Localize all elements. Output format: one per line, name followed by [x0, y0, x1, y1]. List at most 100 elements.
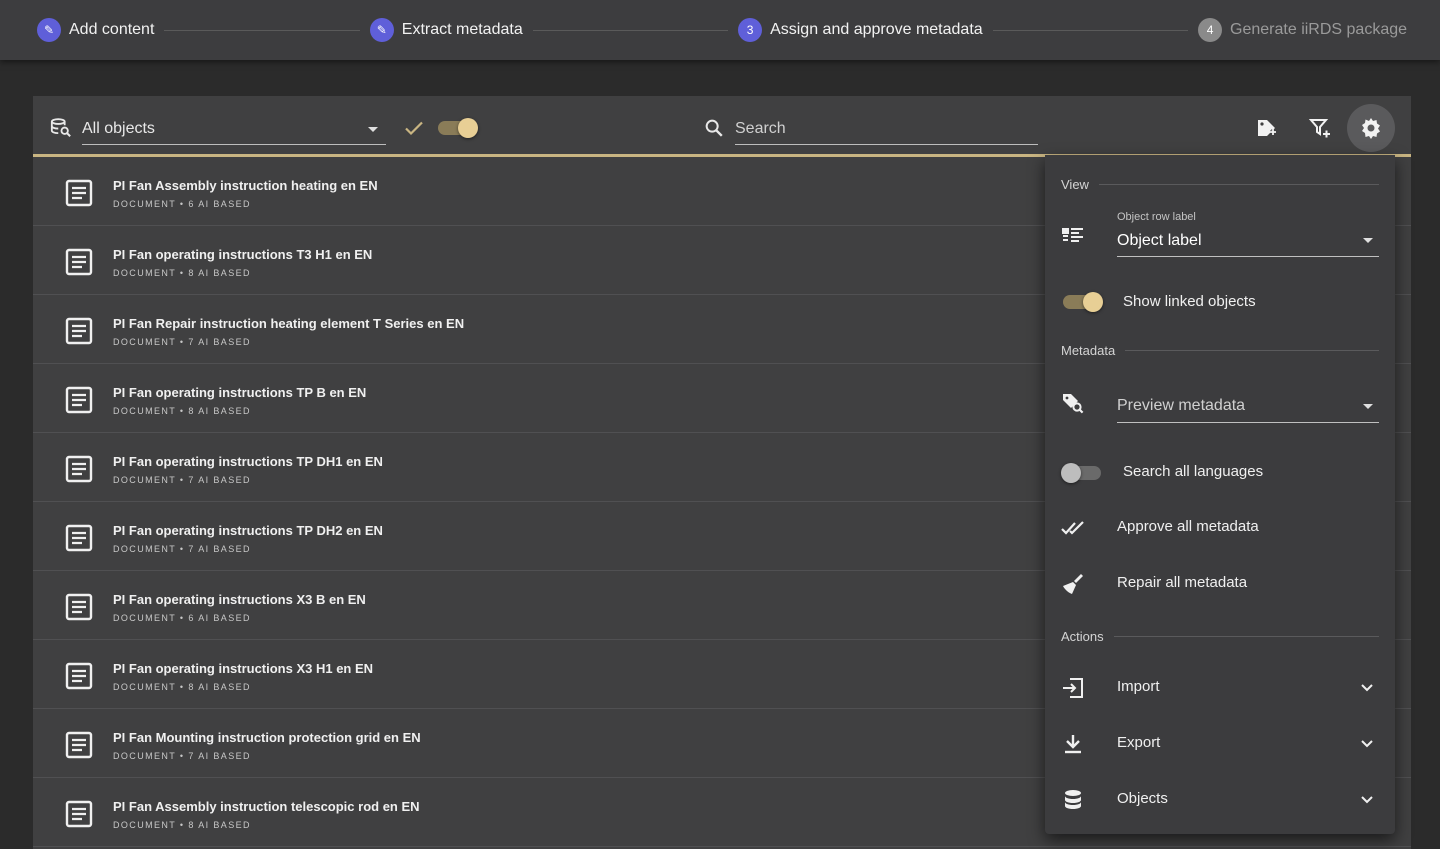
metadata-section-heading: Metadata [1061, 343, 1379, 358]
filter-plus-icon [1308, 119, 1330, 138]
repair-all-button[interactable]: Repair all metadata [1045, 564, 1395, 604]
object-title: PI Fan operating instructions TP B en EN [113, 385, 367, 400]
show-linked-toggle[interactable] [1063, 292, 1103, 312]
preview-metadata-select[interactable]: Preview metadata [1117, 387, 1379, 423]
document-icon [65, 248, 93, 276]
object-title: PI Fan Mounting instruction protection g… [113, 730, 421, 745]
search-all-languages-label: Search all languages [1123, 463, 1264, 480]
object-subtitle: DOCUMENT • 7 AI BASED [113, 751, 251, 761]
chevron-down-icon [1361, 740, 1373, 748]
step-number-badge: 3 [738, 18, 763, 42]
tag-search-icon [1063, 394, 1084, 414]
gear-icon [1362, 118, 1380, 139]
repair-all-label: Repair all metadata [1117, 574, 1248, 591]
object-filter-select[interactable]: All objects [82, 111, 386, 145]
object-subtitle: DOCUMENT • 8 AI BASED [113, 682, 251, 692]
object-subtitle: DOCUMENT • 8 AI BASED [113, 268, 251, 278]
section-title: Actions [1061, 629, 1104, 644]
divider [1098, 184, 1379, 185]
view-section-heading: View [1061, 177, 1379, 192]
step-extract-metadata[interactable]: ✎ Extract metadata [369, 18, 523, 42]
export-label: Export [1117, 734, 1161, 751]
chevron-down-icon [1363, 238, 1373, 243]
section-title: View [1061, 177, 1089, 192]
section-title: Metadata [1061, 343, 1116, 358]
search-input[interactable]: Search [735, 111, 1038, 145]
pencil-icon: ✎ [37, 18, 61, 42]
object-title: PI Fan Repair instruction heating elemen… [113, 316, 465, 331]
import-menu-item[interactable]: Import [1045, 668, 1395, 708]
document-icon [65, 179, 93, 207]
chevron-down-icon [368, 127, 378, 132]
step-label: Extract metadata [401, 21, 523, 38]
row-label-select[interactable]: Object row label Object label [1117, 211, 1379, 257]
toggle-knob [458, 118, 478, 138]
document-icon [65, 800, 93, 828]
step-connector [992, 29, 1189, 31]
chevron-down-icon [1361, 684, 1373, 692]
document-icon [65, 524, 93, 552]
row-label-caption: Object row label [1117, 211, 1196, 223]
row-label-value: Object label [1117, 232, 1202, 249]
document-icon [65, 317, 93, 345]
document-icon [65, 386, 93, 414]
object-title: PI Fan operating instructions TP DH1 en … [113, 454, 383, 469]
object-filter-value: All objects [82, 120, 155, 137]
check-icon[interactable] [402, 116, 426, 140]
broom-icon [1063, 574, 1083, 594]
download-icon [1065, 735, 1081, 754]
double-check-icon [1061, 521, 1084, 535]
step-number-badge: 4 [1198, 18, 1223, 42]
chevron-down-icon [1361, 796, 1373, 804]
step-connector [532, 29, 729, 31]
toggle-knob [1061, 463, 1081, 483]
document-icon [65, 593, 93, 621]
approve-all-button[interactable]: Approve all metadata [1045, 508, 1395, 548]
object-title: PI Fan Assembly instruction heating en E… [113, 178, 378, 193]
objects-menu-item[interactable]: Objects [1045, 780, 1395, 820]
object-subtitle: DOCUMENT • 6 AI BASED [113, 199, 251, 209]
step-label: Generate iiRDS package [1230, 21, 1408, 38]
import-label: Import [1117, 678, 1160, 695]
preview-metadata-value: Preview metadata [1117, 397, 1246, 414]
chevron-down-icon [1363, 404, 1373, 409]
settings-panel: View Object row label Object label Show … [1045, 155, 1395, 834]
approved-toggle[interactable] [438, 118, 478, 138]
document-icon [65, 731, 93, 759]
step-add-content[interactable]: ✎ Add content [37, 18, 154, 42]
object-title: PI Fan operating instructions X3 H1 en E… [113, 661, 374, 676]
search-all-languages-toggle[interactable] [1061, 463, 1101, 483]
database-search-icon [50, 118, 71, 137]
object-subtitle: DOCUMENT • 8 AI BASED [113, 820, 251, 830]
search-placeholder: Search [735, 120, 786, 137]
step-assign-approve[interactable]: 3 Assign and approve metadata [738, 18, 983, 42]
show-linked-label: Show linked objects [1123, 293, 1256, 310]
settings-button[interactable] [1347, 104, 1395, 152]
object-subtitle: DOCUMENT • 6 AI BASED [113, 613, 251, 623]
divider [1113, 636, 1379, 637]
tag-add-button[interactable] [1243, 104, 1291, 152]
export-menu-item[interactable]: Export [1045, 724, 1395, 764]
search-icon [705, 119, 723, 137]
object-subtitle: DOCUMENT • 7 AI BASED [113, 337, 251, 347]
object-title: PI Fan operating instructions X3 B en EN [113, 592, 366, 607]
objects-label: Objects [1117, 790, 1168, 807]
object-title: PI Fan operating instructions T3 H1 en E… [113, 247, 373, 262]
approve-all-label: Approve all metadata [1117, 518, 1259, 535]
object-subtitle: DOCUMENT • 8 AI BASED [113, 406, 251, 416]
object-title: PI Fan operating instructions TP DH2 en … [113, 523, 383, 538]
step-generate-package[interactable]: 4 Generate iiRDS package [1198, 18, 1407, 42]
toggle-knob [1083, 292, 1103, 312]
step-connector [164, 29, 360, 31]
object-subtitle: DOCUMENT • 7 AI BASED [113, 544, 251, 554]
stepper: ✎ Add content ✎ Extract metadata 3 Assig… [0, 0, 1440, 60]
database-icon [1065, 790, 1081, 809]
list-format-icon [1062, 228, 1083, 242]
toolbar: All objects Search [33, 96, 1411, 157]
actions-section-heading: Actions [1061, 629, 1379, 644]
document-icon [65, 662, 93, 690]
divider [1125, 350, 1379, 351]
import-icon [1063, 678, 1083, 698]
step-label: Add content [69, 21, 155, 38]
filter-add-button[interactable] [1296, 104, 1344, 152]
